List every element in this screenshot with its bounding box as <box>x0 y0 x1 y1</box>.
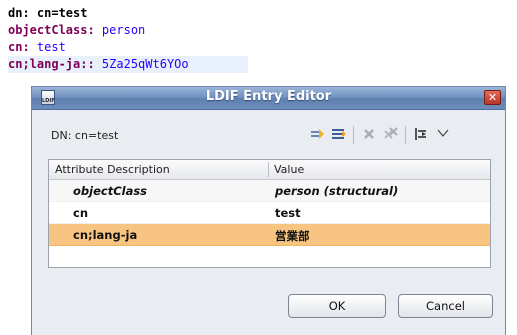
column-separator[interactable] <box>268 162 269 177</box>
ldif-value: 5Za25qWt6YOo <box>94 57 189 71</box>
delete-icon[interactable] <box>359 123 379 145</box>
ldif-line-cn[interactable]: cn: test <box>8 39 248 56</box>
attribute-description: cn;lang-ja <box>73 228 138 242</box>
cancel-button[interactable]: Cancel <box>398 294 493 318</box>
ldif-line-objectclass[interactable]: objectClass: person <box>8 22 248 39</box>
ldif-key: dn: <box>8 6 30 20</box>
show-raw-values-icon[interactable] <box>411 123 431 145</box>
attribute-description: cn <box>73 206 89 220</box>
ldif-line-cn-lang-ja[interactable]: cn;lang-ja:: 5Za25qWt6YOo <box>8 56 248 73</box>
attribute-value: test <box>275 206 301 220</box>
ok-button[interactable]: OK <box>288 294 386 318</box>
ldif-entry-editor-dialog: LDIF LDIF Entry Editor ✕ DN: cn=test Att… <box>31 86 506 335</box>
attribute-value: 営業部 <box>275 229 310 243</box>
delete-all-icon[interactable] <box>381 123 401 145</box>
view-menu-icon[interactable] <box>433 123 453 145</box>
ldif-line-dn[interactable]: dn: cn=test <box>8 5 248 22</box>
ldif-value: test <box>29 40 66 54</box>
table-header: Attribute Description Value <box>49 160 490 180</box>
new-attribute-icon[interactable] <box>329 123 349 145</box>
column-header-value[interactable]: Value <box>274 163 304 176</box>
ldif-key: cn;lang-ja:: <box>8 57 95 71</box>
ldif-value: cn=test <box>29 6 88 20</box>
close-button[interactable]: ✕ <box>484 90 501 105</box>
ldif-value: person <box>94 23 146 37</box>
table-row[interactable]: cn test <box>49 202 490 224</box>
attributes-table: Attribute Description Value objectClass … <box>48 159 491 268</box>
dn-label: DN: cn=test <box>51 129 119 142</box>
ldif-source-text[interactable]: dn: cn=test objectClass: person cn: test… <box>8 5 248 73</box>
table-row-selected[interactable]: cn;lang-ja 営業部 <box>49 224 490 246</box>
attribute-value: person (structural) <box>275 184 399 198</box>
column-header-attribute-description[interactable]: Attribute Description <box>55 163 170 176</box>
attribute-description: objectClass <box>73 184 148 198</box>
new-value-icon[interactable] <box>307 123 327 145</box>
ldif-key: cn: <box>8 40 30 54</box>
toolbar-separator <box>405 126 406 144</box>
toolbar-separator <box>353 126 354 144</box>
ldif-key: objectClass: <box>8 23 95 37</box>
dialog-title: LDIF Entry Editor <box>205 89 332 104</box>
dialog-title-bar[interactable]: LDIF LDIF Entry Editor ✕ <box>32 87 505 110</box>
table-row[interactable]: objectClass person (structural) <box>49 180 490 202</box>
